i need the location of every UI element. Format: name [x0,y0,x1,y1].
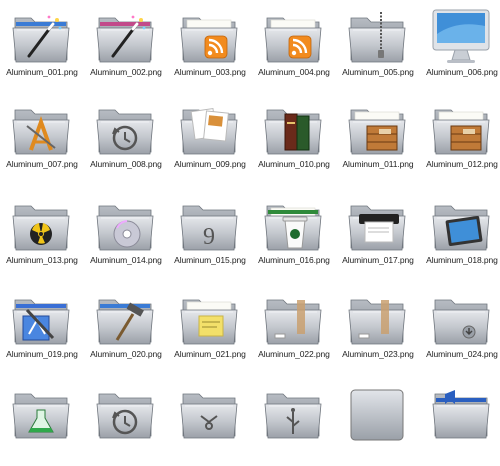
file-label: Aluminum_021.png [174,349,246,359]
flask-icon [9,380,73,444]
file-item[interactable]: Aluminum_003.png [168,0,252,90]
zipper-icon [345,4,409,68]
printer-icon [345,192,409,256]
hammer-icon [93,286,157,350]
coffee-cup-icon [261,192,325,256]
file-label: Aluminum_001.png [6,67,78,77]
rss-icon [177,4,241,68]
file-label: Aluminum_015.png [174,255,246,265]
imac-icon [429,4,493,68]
file-item[interactable]: Aluminum_009.png [168,92,252,182]
file-item[interactable] [336,376,420,466]
file-item[interactable]: Aluminum_014.png [84,188,168,278]
file-label: Aluminum_002.png [90,67,162,77]
magic-wand-icon [9,4,73,68]
file-item[interactable]: Aluminum_008.png [84,92,168,182]
icon-grid: Aluminum_001.png Aluminum_002.png Alumin… [0,0,500,441]
file-label: Aluminum_018.png [426,255,498,265]
rss-icon [261,4,325,68]
file-item[interactable]: Aluminum_013.png [0,188,84,278]
file-item[interactable]: Aluminum_012.png [420,92,500,182]
file-item[interactable]: Aluminum_011.png [336,92,420,182]
tape-icon [345,286,409,350]
file-label: Aluminum_023.png [342,349,414,359]
file-item[interactable]: Aluminum_018.png [420,188,500,278]
bookmark-icon [429,380,493,444]
file-label: Aluminum_022.png [258,349,330,359]
file-item[interactable]: Aluminum_020.png [84,282,168,372]
file-item[interactable]: Aluminum_022.png [252,282,336,372]
usb-icon [261,380,325,444]
sticky-note-icon [177,286,241,350]
file-label: Aluminum_008.png [90,159,162,169]
file-label: Aluminum_020.png [90,349,162,359]
file-label: Aluminum_006.png [426,67,498,77]
time-machine-icon [93,380,157,444]
applications-icon [9,96,73,160]
spiral-icon: 9 [177,192,241,256]
file-item[interactable]: Aluminum_006.png [420,0,500,90]
file-item[interactable]: Aluminum_005.png [336,0,420,90]
magic-wand-icon [93,4,157,68]
plain-drive-icon [345,380,409,444]
file-label: Aluminum_005.png [342,67,414,77]
file-label: Aluminum_003.png [174,67,246,77]
file-label: Aluminum_014.png [90,255,162,265]
file-label: Aluminum_010.png [258,159,330,169]
file-label: Aluminum_013.png [6,255,78,265]
tape-icon [261,286,325,350]
crate-icon [345,96,409,160]
file-item[interactable]: Aluminum_002.png [84,0,168,90]
documents-icon [177,96,241,160]
file-item[interactable]: Aluminum_010.png [252,92,336,182]
books-icon [261,96,325,160]
file-item[interactable]: 9 Aluminum_015.png [168,188,252,278]
file-item[interactable] [84,376,168,466]
file-label: Aluminum_011.png [342,159,414,169]
file-label: Aluminum_004.png [258,67,330,77]
file-label: Aluminum_012.png [426,159,498,169]
file-item[interactable]: Aluminum_021.png [168,282,252,372]
file-label: Aluminum_009.png [174,159,246,169]
file-item[interactable]: Aluminum_016.png [252,188,336,278]
file-item[interactable]: Aluminum_007.png [0,92,84,182]
file-item[interactable]: Aluminum_004.png [252,0,336,90]
file-item[interactable] [168,376,252,466]
svg-text:9: 9 [203,224,215,250]
file-item[interactable]: Aluminum_017.png [336,188,420,278]
file-label: Aluminum_016.png [258,255,330,265]
file-item[interactable] [420,376,500,466]
monitor-icon [429,192,493,256]
file-item[interactable]: Aluminum_023.png [336,282,420,372]
file-label: Aluminum_017.png [342,255,414,265]
xcode-icon [9,286,73,350]
crate-icon [429,96,493,160]
file-label: Aluminum_024.png [426,349,498,359]
time-machine-icon [93,96,157,160]
firewire-icon [177,380,241,444]
file-item[interactable] [0,376,84,466]
download-icon [429,286,493,350]
file-item[interactable] [252,376,336,466]
cd-icon [93,192,157,256]
file-item[interactable]: Aluminum_019.png [0,282,84,372]
burn-icon [9,192,73,256]
file-label: Aluminum_019.png [6,349,78,359]
file-item[interactable]: Aluminum_024.png [420,282,500,372]
file-label: Aluminum_007.png [6,159,78,169]
file-item[interactable]: Aluminum_001.png [0,0,84,90]
